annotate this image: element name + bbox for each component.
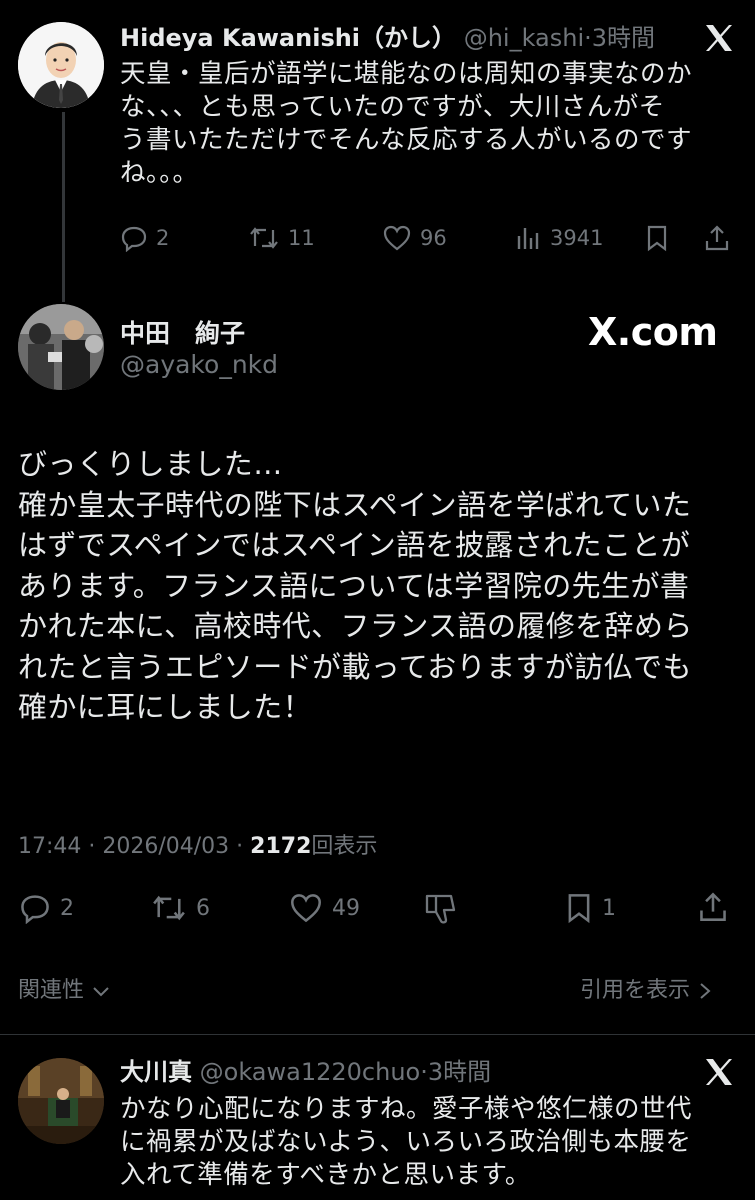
chevron-right-icon xyxy=(700,983,711,999)
repost-count: 11 xyxy=(288,226,315,250)
avatar-okawa[interactable] xyxy=(18,1058,104,1144)
main-share-button[interactable] xyxy=(698,890,728,924)
text-line: れたと言うエピソードが載っておりますが訪仏でも xyxy=(18,649,692,684)
reply-count: 2 xyxy=(156,226,170,250)
x-logo-icon[interactable] xyxy=(704,1058,734,1086)
author-name[interactable]: 大川真 xyxy=(120,1058,192,1086)
chevron-down-icon xyxy=(93,987,109,997)
dislike-button[interactable] xyxy=(424,892,460,926)
text-line: 入れて準備をすべきかと思います。 xyxy=(120,1160,531,1190)
view-count: 3941 xyxy=(550,226,604,250)
sort-relevance-dropdown[interactable]: 関連性 xyxy=(18,972,111,1004)
text-line: う書いたただけでそんな反応する人がいるのです xyxy=(120,125,693,155)
impression-count: 2172 xyxy=(250,834,312,859)
post-metadata: 17:44 · 2026/04/03 · 2172回表示 xyxy=(18,828,377,860)
bookmark-icon xyxy=(568,894,590,924)
main-author-name[interactable]: 中田 絢子 xyxy=(120,314,245,350)
sort-label: 関連性 xyxy=(18,978,85,1003)
like-icon xyxy=(291,894,321,923)
bookmark-icon xyxy=(647,225,667,252)
share-button[interactable] xyxy=(704,224,730,252)
tweet-1-header: Hideya Kawanishi（かし） @hi_kashi·3時間 xyxy=(120,22,655,54)
text-line: はずでスペインではスペイン語を披露されたことが xyxy=(18,528,691,562)
avatar-photo xyxy=(18,304,104,390)
tweet-3-body: かなり心配になりますね。愛子様や悠仁様の世代 に禍累が及ばないよう、いろいろ政治… xyxy=(120,1093,692,1192)
like-count: 96 xyxy=(420,226,447,250)
text-line: 確かに耳にしました！ xyxy=(18,690,313,724)
text-line: 天皇・皇后が語学に堪能なのは周知の事実なのか xyxy=(120,59,693,89)
views-icon xyxy=(517,228,539,249)
text-line: な、、、とも思っていたのですが、大川さんがそ xyxy=(120,92,665,122)
text-line: かれた本に、高校時代、フランス語の履修を辞めら xyxy=(18,609,693,643)
text-line: ね。。。 xyxy=(120,158,199,188)
main-author-handle[interactable]: @ayako_nkd xyxy=(120,350,278,379)
post-timestamp[interactable]: 17:44 · 2026/04/03 · xyxy=(18,834,243,859)
like-button[interactable]: 96 xyxy=(382,224,447,252)
section-divider xyxy=(0,1034,755,1035)
avatar-ayako[interactable] xyxy=(18,304,104,390)
separator: · xyxy=(584,24,592,52)
like-icon xyxy=(383,225,411,251)
repost-icon xyxy=(250,227,278,249)
author-handle[interactable]: @hi_kashi xyxy=(464,24,584,52)
repost-count: 6 xyxy=(196,895,210,921)
tweet-3-header: 大川真 @okawa1220chuo·3時間 xyxy=(120,1056,491,1088)
text-line: 確か皇太子時代の陛下はスペイン語を学ばれていた xyxy=(18,487,692,522)
reply-icon xyxy=(121,226,147,252)
impression-label: 回表示 xyxy=(311,834,378,859)
xcom-watermark: X.com xyxy=(588,310,718,354)
main-tweet-body: びっくりしました… 確か皇太子時代の陛下はスペイン語を学ばれていた はずでスペイ… xyxy=(18,444,693,728)
share-icon xyxy=(700,892,726,921)
avatar-photo xyxy=(18,1058,104,1144)
text-line: に禍累が及ばないよう、いろいろ政治側も本腰を xyxy=(120,1127,692,1157)
separator: · xyxy=(420,1058,428,1086)
main-reply-button[interactable]: 2 xyxy=(18,892,74,924)
tweet-1-body: 天皇・皇后が語学に堪能なのは周知の事実なのか な、、、とも思っていたのですが、大… xyxy=(120,58,692,190)
main-bookmark-button[interactable]: 1 xyxy=(564,892,616,924)
x-logo-icon[interactable] xyxy=(704,24,734,52)
text-line: かなり心配になりますね。愛子様や悠仁様の世代 xyxy=(120,1094,693,1124)
author-name[interactable]: Hideya Kawanishi（かし） xyxy=(120,24,456,52)
dislike-icon xyxy=(425,894,456,924)
share-icon xyxy=(705,225,729,251)
post-time[interactable]: 3時間 xyxy=(428,1058,491,1086)
repost-icon xyxy=(153,895,185,921)
view-quotes-link[interactable]: 引用を表示 xyxy=(580,972,713,1004)
bookmark-count: 1 xyxy=(602,895,616,921)
text-line: びっくりしました… xyxy=(18,447,283,481)
reply-count: 2 xyxy=(60,895,74,921)
text-line: あります。フランス語については学習院の先生が書 xyxy=(18,568,690,603)
post-time[interactable]: 3時間 xyxy=(592,24,655,52)
main-like-button[interactable]: 49 xyxy=(288,892,360,924)
main-repost-button[interactable]: 6 xyxy=(150,892,210,924)
reply-button[interactable]: 2 xyxy=(120,224,169,252)
author-handle[interactable]: @okawa1220chuo xyxy=(200,1058,421,1086)
avatar-illustration xyxy=(18,22,104,108)
views-button[interactable]: 3941 xyxy=(514,224,603,252)
avatar-hideya[interactable] xyxy=(18,22,104,108)
reply-icon xyxy=(21,895,49,924)
quotes-label: 引用を表示 xyxy=(580,978,691,1003)
bookmark-button[interactable] xyxy=(645,224,669,252)
thread-connector xyxy=(62,112,65,302)
repost-button[interactable]: 11 xyxy=(248,224,315,252)
like-count: 49 xyxy=(332,895,360,921)
